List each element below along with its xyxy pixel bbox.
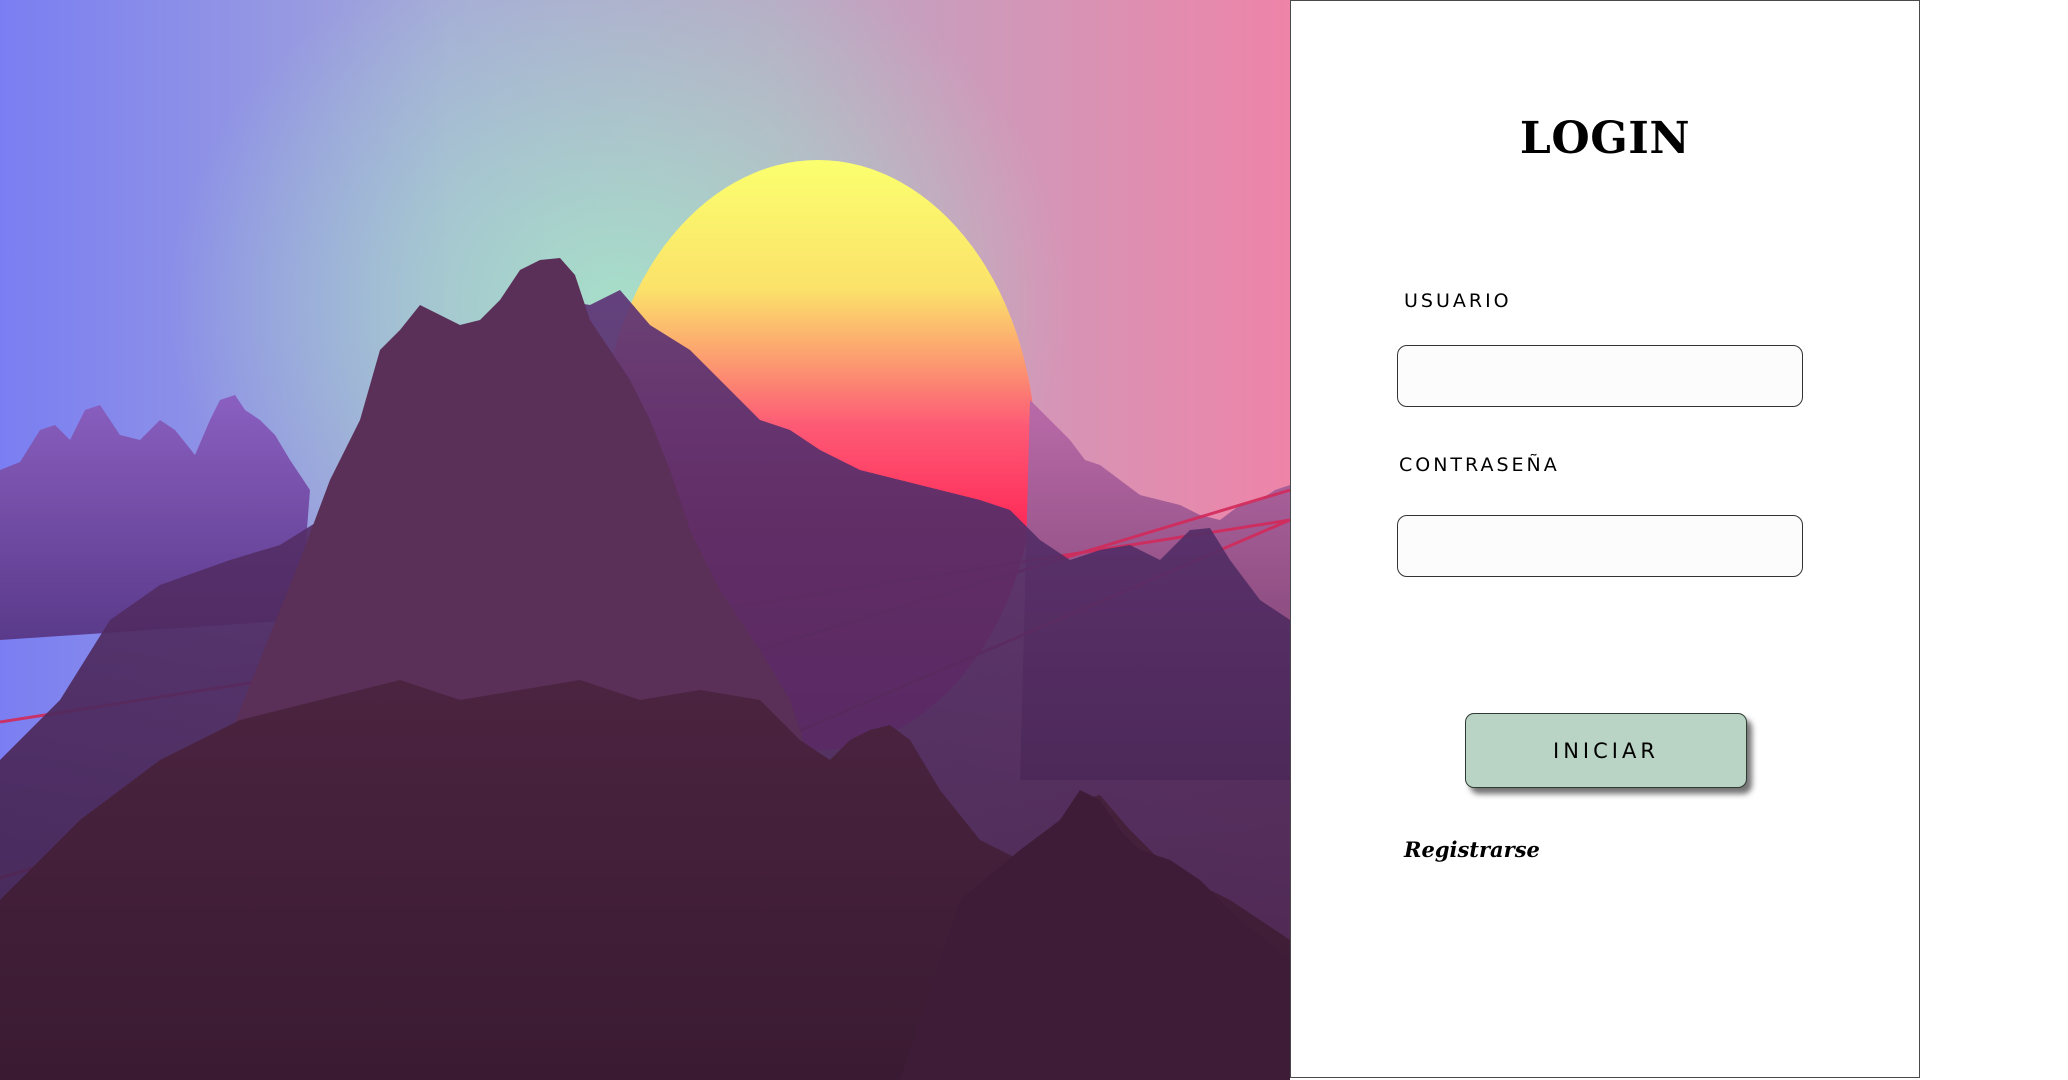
username-label: USUARIO <box>1404 290 1512 312</box>
login-screen: LOGIN USUARIO CONTRASEÑA INICIAR Registr… <box>0 0 2068 1080</box>
login-title: LOGIN <box>1519 113 1691 164</box>
synthwave-landscape-image <box>0 0 1290 1080</box>
password-input[interactable] <box>1397 515 1803 577</box>
password-label: CONTRASEÑA <box>1399 454 1560 476</box>
register-link[interactable]: Registrarse <box>1404 837 1540 862</box>
hero-illustration <box>0 0 1290 1080</box>
login-panel: LOGIN USUARIO CONTRASEÑA INICIAR Registr… <box>1290 0 1920 1078</box>
login-submit-button[interactable]: INICIAR <box>1465 713 1747 788</box>
username-input[interactable] <box>1397 345 1803 407</box>
